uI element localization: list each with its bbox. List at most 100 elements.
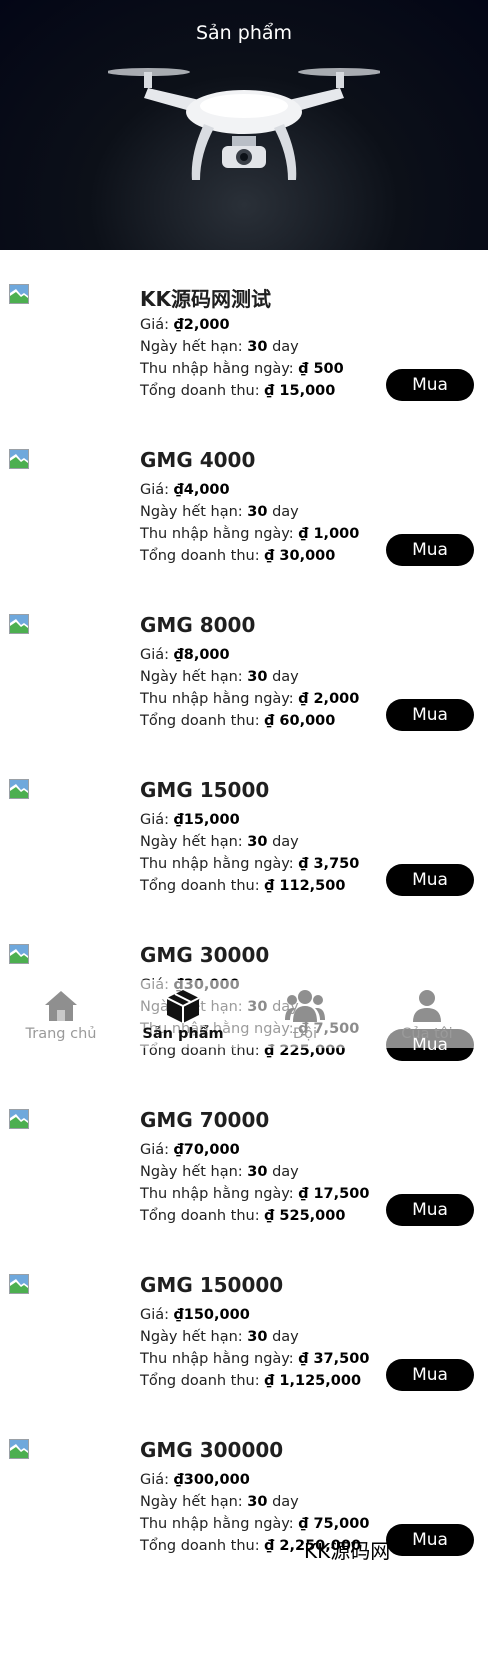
tab-profile[interactable]: Của tôi: [366, 980, 488, 1048]
buy-button[interactable]: Mua: [386, 1524, 474, 1556]
price-value: 70,000: [183, 1142, 240, 1158]
hero-banner: Sản phẩm: [0, 0, 488, 250]
product-expiry: Ngày hết hạn: 30 day: [140, 1164, 299, 1180]
product-daily-income: Thu nhập hằng ngày: ₫ 17,500: [140, 1186, 369, 1202]
total-revenue-value: 30,000: [279, 548, 336, 564]
expiry-unit: day: [267, 504, 299, 520]
total-currency: ₫: [264, 548, 275, 564]
product-name: GMG 150000: [140, 1273, 284, 1297]
expiry-days: 30: [247, 1494, 268, 1510]
daily-income-label: Thu nhập hằng ngày:: [140, 691, 299, 707]
expiry-days: 30: [247, 339, 268, 355]
product-total-revenue: Tổng doanh thu: ₫ 1,125,000: [140, 1373, 361, 1389]
total-revenue-label: Tổng doanh thu:: [140, 548, 265, 564]
team-icon: [285, 990, 325, 1022]
broken-image-icon: [9, 284, 29, 304]
product-price: Giá: ₫8,000: [140, 647, 230, 663]
daily-income-label: Thu nhập hằng ngày:: [140, 856, 299, 872]
total-currency: ₫: [264, 1373, 275, 1389]
daily-income-value: 3,750: [313, 856, 360, 872]
home-icon: [45, 991, 77, 1021]
buy-button[interactable]: Mua: [386, 534, 474, 566]
expiry-label: Ngày hết hạn:: [140, 1164, 248, 1180]
total-currency: ₫: [264, 1538, 275, 1554]
total-revenue-value: 15,000: [279, 383, 336, 399]
expiry-days: 30: [247, 669, 268, 685]
tab-products[interactable]: Sản phẩm: [122, 980, 244, 1048]
tab-team[interactable]: Đội: [244, 980, 366, 1048]
watermark-text: KK源码网: [304, 1539, 391, 1563]
expiry-unit: day: [267, 339, 299, 355]
price-label: Giá:: [140, 647, 174, 663]
daily-income-value: 75,000: [313, 1516, 370, 1532]
price-value: 8,000: [183, 647, 230, 663]
broken-image-icon: [9, 449, 29, 469]
product-card: GMG 150000 Giá: ₫ 150,000 Ngày hết hạn: 3…: [0, 1273, 488, 1438]
bottom-tab-bar: Trang chủ Sản phẩm Đội Của tôi: [0, 980, 488, 1048]
daily-income-value: 500: [313, 361, 344, 377]
price-label: Giá:: [140, 812, 174, 828]
product-expiry: Ngày hết hạn: 30 day: [140, 339, 299, 355]
total-revenue-label: Tổng doanh thu:: [140, 1373, 265, 1389]
product-total-revenue: Tổng doanh thu: ₫ 60,000: [140, 713, 335, 729]
broken-image-icon: [9, 1109, 29, 1129]
expiry-label: Ngày hết hạn:: [140, 504, 248, 520]
price-value: 300,000: [183, 1472, 250, 1488]
product-price: Giá: ₫2,000: [140, 317, 230, 333]
total-currency: ₫: [264, 1208, 275, 1224]
product-expiry: Ngày hết hạn: 30 day: [140, 834, 299, 850]
expiry-days: 30: [247, 834, 268, 850]
buy-button[interactable]: Mua: [386, 699, 474, 731]
total-revenue-value: 525,000: [279, 1208, 346, 1224]
expiry-days: 30: [247, 1329, 268, 1345]
broken-image-icon: [9, 779, 29, 799]
daily-currency: ₫: [298, 1351, 309, 1367]
daily-income-value: 17,500: [313, 1186, 370, 1202]
buy-button[interactable]: Mua: [386, 1359, 474, 1391]
broken-image-icon: [9, 614, 29, 634]
product-card: GMG 70000 Giá: ₫70,000 Ngày hết hạn: 30 …: [0, 1108, 488, 1273]
buy-button[interactable]: Mua: [386, 864, 474, 896]
product-total-revenue: Tổng doanh thu: ₫ 112,500: [140, 878, 345, 894]
daily-income-label: Thu nhập hằng ngày:: [140, 1516, 299, 1532]
product-total-revenue: Tổng doanh thu: ₫ 525,000: [140, 1208, 345, 1224]
price-label: Giá:: [140, 1472, 174, 1488]
price-label: Giá:: [140, 1307, 174, 1323]
buy-button[interactable]: Mua: [386, 369, 474, 401]
daily-income-label: Thu nhập hằng ngày:: [140, 1186, 299, 1202]
product-daily-income: Thu nhập hằng ngày: ₫ 1,000: [140, 526, 359, 542]
product-name: GMG 70000: [140, 1108, 270, 1132]
price-value: 4,000: [183, 482, 230, 498]
daily-income-label: Thu nhập hằng ngày:: [140, 1351, 299, 1367]
price-value: 150,000: [183, 1307, 250, 1323]
product-card: GMG 300000 Giá: ₫300,000 Ngày hết hạn: 3…: [0, 1438, 488, 1603]
daily-income-label: Thu nhập hằng ngày:: [140, 361, 299, 377]
product-daily-income: Thu nhập hằng ngày: ₫ 2,000: [140, 691, 359, 707]
product-card: GMG 15000 Giá: ₫15,000 Ngày hết hạn: 30 …: [0, 778, 488, 943]
expiry-unit: day: [267, 1329, 299, 1345]
expiry-days: 30: [247, 504, 268, 520]
daily-currency: ₫: [298, 1516, 309, 1532]
expiry-label: Ngày hết hạn:: [140, 1329, 248, 1345]
total-revenue-label: Tổng doanh thu:: [140, 713, 265, 729]
price-currency: ₫: [173, 482, 184, 498]
buy-button[interactable]: Mua: [386, 1194, 474, 1226]
tab-products-label: Sản phẩm: [142, 1026, 224, 1042]
price-value: 15,000: [183, 812, 240, 828]
expiry-unit: day: [267, 1164, 299, 1180]
daily-income-value: 37,500: [313, 1351, 370, 1367]
product-price: Giá: ₫300,000: [140, 1472, 250, 1488]
product-daily-income: Thu nhập hằng ngày: ₫ 3,750: [140, 856, 359, 872]
product-name: GMG 15000: [140, 778, 270, 802]
tab-home[interactable]: Trang chủ: [0, 980, 122, 1048]
tab-home-label: Trang chủ: [25, 1026, 97, 1042]
product-card: GMG 4000 Giá: ₫4,000 Ngày hết hạn: 30 da…: [0, 448, 488, 613]
daily-currency: ₫: [298, 856, 309, 872]
product-expiry: Ngày hết hạn: 30 day: [140, 504, 299, 520]
expiry-label: Ngày hết hạn:: [140, 669, 248, 685]
product-price: Giá: ₫70,000: [140, 1142, 240, 1158]
broken-image-icon: [9, 1439, 29, 1459]
expiry-unit: day: [267, 834, 299, 850]
product-expiry: Ngày hết hạn: 30 day: [140, 1494, 299, 1510]
price-currency: ₫: [173, 812, 184, 828]
